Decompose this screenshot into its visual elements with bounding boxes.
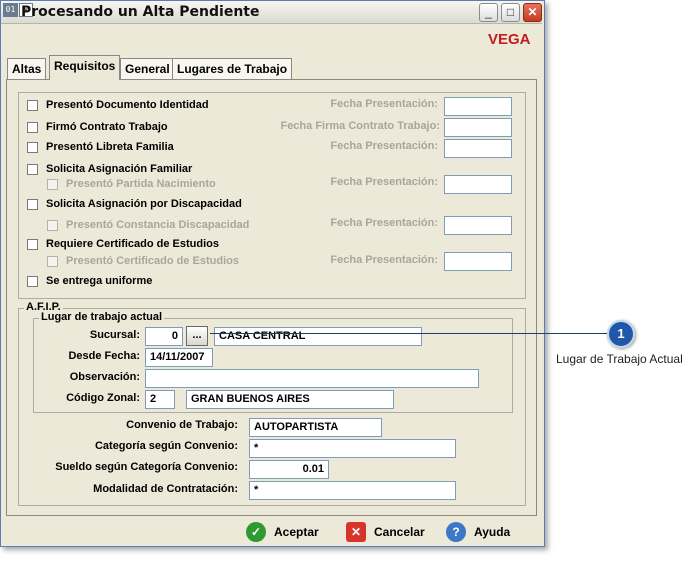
tab-requisitos[interactable]: Requisitos <box>49 55 121 80</box>
accept-button[interactable]: ✓ Aceptar <box>246 520 326 544</box>
cert-estudios-label: Requiere Certificado de Estudios <box>46 238 219 250</box>
fecha-presentacion-label: Fecha Presentación: <box>330 176 438 188</box>
convenio-label: Convenio de Trabajo: <box>126 419 238 431</box>
constancia-label: Presentó Constancia Discapacidad <box>66 219 250 231</box>
sucursal-lookup-button[interactable]: ... <box>186 326 208 346</box>
tab-altas[interactable]: Altas <box>7 58 47 79</box>
cancel-button[interactable]: ✕ Cancelar <box>346 520 430 544</box>
fecha-cert-input[interactable] <box>444 252 512 271</box>
maximize-button[interactable]: □ <box>501 3 520 22</box>
partida-checkbox[interactable] <box>47 179 58 190</box>
cert-estudios-checkbox[interactable] <box>27 239 38 250</box>
fecha-libreta-input[interactable] <box>444 139 512 158</box>
asig-familiar-label: Solicita Asignación Familiar <box>46 163 193 175</box>
minimize-button[interactable]: _ <box>479 3 498 22</box>
help-button[interactable]: ? Ayuda <box>446 520 516 544</box>
window-title: Procesando un Alta Pendiente <box>21 4 260 20</box>
fecha-presentacion-label: Fecha Presentación: <box>330 140 438 152</box>
sucursal-label: Sucursal: <box>89 329 140 341</box>
callout-line <box>210 333 608 334</box>
presento-cert-checkbox[interactable] <box>47 256 58 267</box>
convenio-input[interactable]: AUTOPARTISTA <box>249 418 382 437</box>
constancia-checkbox[interactable] <box>47 220 58 231</box>
fecha-presentacion-label: Fecha Presentación: <box>330 254 438 266</box>
uniforme-label: Se entrega uniforme <box>46 275 153 287</box>
asig-discapacidad-label: Solicita Asignación por Discapacidad <box>46 198 242 210</box>
fecha-firma-label: Fecha Firma Contrato Trabajo: <box>280 120 440 132</box>
libreta-label: Presentó Libreta Familia <box>46 141 174 153</box>
check-icon: ✓ <box>246 522 266 542</box>
tab-lugares-de-trabajo[interactable]: Lugares de Trabajo <box>172 58 293 79</box>
codigo-zonal-input[interactable]: 2 <box>145 390 175 409</box>
lugar-trabajo-legend: Lugar de trabajo actual <box>39 311 165 323</box>
sueldo-label: Sueldo según Categoría Convenio: <box>55 461 238 473</box>
fecha-constancia-input[interactable] <box>444 216 512 235</box>
app-icon: 01 <box>3 3 18 17</box>
categoria-label: Categoría según Convenio: <box>94 440 238 452</box>
cancel-x-icon: ✕ <box>346 522 366 542</box>
desde-fecha-label: Desde Fecha: <box>68 350 140 362</box>
fecha-doc-identidad-input[interactable] <box>444 97 512 116</box>
asig-discapacidad-checkbox[interactable] <box>27 199 38 210</box>
brand-label: VEGA <box>488 31 531 48</box>
modalidad-label: Modalidad de Contratación: <box>93 483 238 495</box>
partida-label: Presentó Partida Nacimiento <box>66 178 216 190</box>
doc-identidad-label: Presentó Documento Identidad <box>46 99 209 111</box>
close-button[interactable]: ✕ <box>523 3 542 22</box>
categoria-input[interactable]: * <box>249 439 456 458</box>
contrato-checkbox[interactable] <box>27 122 38 133</box>
zonal-name-field[interactable]: GRAN BUENOS AIRES <box>186 390 394 409</box>
sucursal-name-field[interactable]: CASA CENTRAL <box>214 327 422 346</box>
tab-general[interactable]: General <box>120 58 175 79</box>
codigo-zonal-label: Código Zonal: <box>66 392 140 404</box>
callout-text: Lugar de Trabajo Actual <box>556 352 683 366</box>
accept-label: Aceptar <box>274 525 319 539</box>
cancel-label: Cancelar <box>374 525 425 539</box>
contrato-label: Firmó Contrato Trabajo <box>46 121 168 133</box>
observacion-input[interactable] <box>145 369 479 388</box>
sucursal-code-input[interactable]: 0 <box>145 327 183 346</box>
fecha-presentacion-label: Fecha Presentación: <box>330 98 438 110</box>
title-bar: 01 ⊠ Procesando un Alta Pendiente _ □ ✕ <box>1 1 542 24</box>
presento-cert-label: Presentó Certificado de Estudios <box>66 255 239 267</box>
help-icon: ? <box>446 522 466 542</box>
sueldo-input[interactable]: 0.01 <box>249 460 329 479</box>
modalidad-input[interactable]: * <box>249 481 456 500</box>
fecha-firma-input[interactable] <box>444 118 512 137</box>
doc-identidad-checkbox[interactable] <box>27 100 38 111</box>
fecha-partida-input[interactable] <box>444 175 512 194</box>
fecha-presentacion-label: Fecha Presentación: <box>330 217 438 229</box>
desde-fecha-input[interactable]: 14/11/2007 <box>145 348 213 367</box>
help-label: Ayuda <box>474 525 511 539</box>
libreta-checkbox[interactable] <box>27 142 38 153</box>
callout-badge: 1 <box>607 320 635 348</box>
uniforme-checkbox[interactable] <box>27 276 38 287</box>
asig-familiar-checkbox[interactable] <box>27 164 38 175</box>
observacion-label: Observación: <box>69 371 140 383</box>
